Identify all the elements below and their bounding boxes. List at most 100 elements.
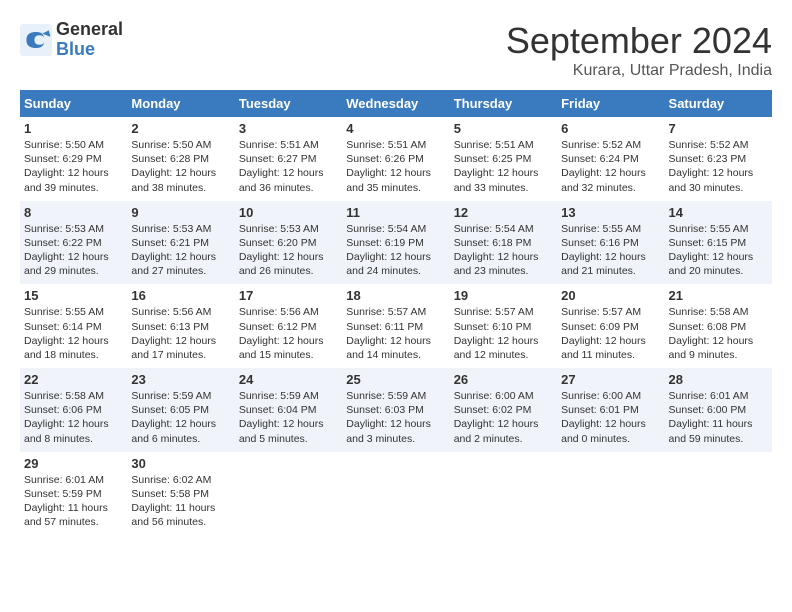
day-number: 1: [24, 121, 123, 136]
calendar-cell: 26 Sunrise: 6:00 AMSunset: 6:02 PMDaylig…: [450, 368, 557, 452]
day-info: Sunrise: 5:51 AMSunset: 6:25 PMDaylight:…: [454, 138, 553, 195]
day-number: 11: [346, 205, 445, 220]
day-number: 17: [239, 288, 338, 303]
day-info: Sunrise: 6:02 AMSunset: 5:58 PMDaylight:…: [131, 473, 230, 530]
day-number: 6: [561, 121, 660, 136]
day-info: Sunrise: 6:00 AMSunset: 6:02 PMDaylight:…: [454, 389, 553, 446]
day-number: 21: [669, 288, 768, 303]
calendar-cell: 4 Sunrise: 5:51 AMSunset: 6:26 PMDayligh…: [342, 117, 449, 201]
calendar-cell: 18 Sunrise: 5:57 AMSunset: 6:11 PMDaylig…: [342, 284, 449, 368]
day-info: Sunrise: 5:56 AMSunset: 6:13 PMDaylight:…: [131, 305, 230, 362]
calendar-cell: 30 Sunrise: 6:02 AMSunset: 5:58 PMDaylig…: [127, 452, 234, 536]
day-info: Sunrise: 5:59 AMSunset: 6:03 PMDaylight:…: [346, 389, 445, 446]
calendar-week-1: 1 Sunrise: 5:50 AMSunset: 6:29 PMDayligh…: [20, 117, 772, 201]
header-tuesday: Tuesday: [235, 90, 342, 117]
logo: General Blue: [20, 20, 123, 60]
day-number: 18: [346, 288, 445, 303]
calendar-cell: 24 Sunrise: 5:59 AMSunset: 6:04 PMDaylig…: [235, 368, 342, 452]
day-number: 19: [454, 288, 553, 303]
calendar-cell: 21 Sunrise: 5:58 AMSunset: 6:08 PMDaylig…: [665, 284, 772, 368]
day-number: 2: [131, 121, 230, 136]
day-number: 20: [561, 288, 660, 303]
day-info: Sunrise: 5:50 AMSunset: 6:28 PMDaylight:…: [131, 138, 230, 195]
calendar-cell: 10 Sunrise: 5:53 AMSunset: 6:20 PMDaylig…: [235, 201, 342, 285]
day-info: Sunrise: 5:58 AMSunset: 6:08 PMDaylight:…: [669, 305, 768, 362]
calendar-cell: 3 Sunrise: 5:51 AMSunset: 6:27 PMDayligh…: [235, 117, 342, 201]
day-info: Sunrise: 5:53 AMSunset: 6:20 PMDaylight:…: [239, 222, 338, 279]
day-number: 16: [131, 288, 230, 303]
day-number: 5: [454, 121, 553, 136]
logo-text: General Blue: [56, 20, 123, 60]
day-number: 28: [669, 372, 768, 387]
header-sunday: Sunday: [20, 90, 127, 117]
day-info: Sunrise: 5:55 AMSunset: 6:15 PMDaylight:…: [669, 222, 768, 279]
calendar-cell: 6 Sunrise: 5:52 AMSunset: 6:24 PMDayligh…: [557, 117, 664, 201]
day-info: Sunrise: 6:01 AMSunset: 5:59 PMDaylight:…: [24, 473, 123, 530]
day-info: Sunrise: 5:56 AMSunset: 6:12 PMDaylight:…: [239, 305, 338, 362]
header-wednesday: Wednesday: [342, 90, 449, 117]
day-info: Sunrise: 5:52 AMSunset: 6:23 PMDaylight:…: [669, 138, 768, 195]
day-number: 15: [24, 288, 123, 303]
logo-blue: Blue: [56, 40, 123, 60]
day-number: 3: [239, 121, 338, 136]
day-info: Sunrise: 5:57 AMSunset: 6:10 PMDaylight:…: [454, 305, 553, 362]
calendar-week-4: 22 Sunrise: 5:58 AMSunset: 6:06 PMDaylig…: [20, 368, 772, 452]
calendar-cell: 23 Sunrise: 5:59 AMSunset: 6:05 PMDaylig…: [127, 368, 234, 452]
calendar-cell: 12 Sunrise: 5:54 AMSunset: 6:18 PMDaylig…: [450, 201, 557, 285]
day-number: 27: [561, 372, 660, 387]
calendar-cell: 9 Sunrise: 5:53 AMSunset: 6:21 PMDayligh…: [127, 201, 234, 285]
header-row: Sunday Monday Tuesday Wednesday Thursday…: [20, 90, 772, 117]
title-section: September 2024 Kurara, Uttar Pradesh, In…: [506, 20, 772, 80]
calendar-cell: 1 Sunrise: 5:50 AMSunset: 6:29 PMDayligh…: [20, 117, 127, 201]
calendar-cell: [450, 452, 557, 536]
page-header: General Blue September 2024 Kurara, Utta…: [20, 20, 772, 80]
day-info: Sunrise: 5:58 AMSunset: 6:06 PMDaylight:…: [24, 389, 123, 446]
day-number: 14: [669, 205, 768, 220]
day-info: Sunrise: 5:57 AMSunset: 6:11 PMDaylight:…: [346, 305, 445, 362]
day-number: 23: [131, 372, 230, 387]
day-number: 9: [131, 205, 230, 220]
calendar-cell: 29 Sunrise: 6:01 AMSunset: 5:59 PMDaylig…: [20, 452, 127, 536]
header-monday: Monday: [127, 90, 234, 117]
day-number: 25: [346, 372, 445, 387]
logo-icon: [20, 24, 52, 56]
calendar-cell: 19 Sunrise: 5:57 AMSunset: 6:10 PMDaylig…: [450, 284, 557, 368]
logo-general: General: [56, 20, 123, 40]
calendar-table: Sunday Monday Tuesday Wednesday Thursday…: [20, 90, 772, 535]
day-info: Sunrise: 5:55 AMSunset: 6:16 PMDaylight:…: [561, 222, 660, 279]
day-number: 12: [454, 205, 553, 220]
calendar-cell: 20 Sunrise: 5:57 AMSunset: 6:09 PMDaylig…: [557, 284, 664, 368]
calendar-cell: [557, 452, 664, 536]
day-info: Sunrise: 5:50 AMSunset: 6:29 PMDaylight:…: [24, 138, 123, 195]
day-number: 13: [561, 205, 660, 220]
day-info: Sunrise: 5:57 AMSunset: 6:09 PMDaylight:…: [561, 305, 660, 362]
day-info: Sunrise: 5:53 AMSunset: 6:21 PMDaylight:…: [131, 222, 230, 279]
calendar-cell: 7 Sunrise: 5:52 AMSunset: 6:23 PMDayligh…: [665, 117, 772, 201]
day-info: Sunrise: 6:01 AMSunset: 6:00 PMDaylight:…: [669, 389, 768, 446]
header-friday: Friday: [557, 90, 664, 117]
day-number: 30: [131, 456, 230, 471]
calendar-cell: 8 Sunrise: 5:53 AMSunset: 6:22 PMDayligh…: [20, 201, 127, 285]
day-number: 26: [454, 372, 553, 387]
day-number: 22: [24, 372, 123, 387]
day-info: Sunrise: 6:00 AMSunset: 6:01 PMDaylight:…: [561, 389, 660, 446]
calendar-cell: 22 Sunrise: 5:58 AMSunset: 6:06 PMDaylig…: [20, 368, 127, 452]
day-info: Sunrise: 5:51 AMSunset: 6:26 PMDaylight:…: [346, 138, 445, 195]
calendar-week-5: 29 Sunrise: 6:01 AMSunset: 5:59 PMDaylig…: [20, 452, 772, 536]
day-info: Sunrise: 5:52 AMSunset: 6:24 PMDaylight:…: [561, 138, 660, 195]
day-info: Sunrise: 5:59 AMSunset: 6:04 PMDaylight:…: [239, 389, 338, 446]
calendar-cell: 2 Sunrise: 5:50 AMSunset: 6:28 PMDayligh…: [127, 117, 234, 201]
calendar-cell: [342, 452, 449, 536]
day-number: 4: [346, 121, 445, 136]
header-thursday: Thursday: [450, 90, 557, 117]
calendar-cell: 13 Sunrise: 5:55 AMSunset: 6:16 PMDaylig…: [557, 201, 664, 285]
day-number: 29: [24, 456, 123, 471]
day-info: Sunrise: 5:54 AMSunset: 6:19 PMDaylight:…: [346, 222, 445, 279]
calendar-cell: [235, 452, 342, 536]
calendar-cell: 14 Sunrise: 5:55 AMSunset: 6:15 PMDaylig…: [665, 201, 772, 285]
header-saturday: Saturday: [665, 90, 772, 117]
calendar-cell: 17 Sunrise: 5:56 AMSunset: 6:12 PMDaylig…: [235, 284, 342, 368]
month-title: September 2024: [506, 20, 772, 62]
day-number: 24: [239, 372, 338, 387]
calendar-cell: 16 Sunrise: 5:56 AMSunset: 6:13 PMDaylig…: [127, 284, 234, 368]
